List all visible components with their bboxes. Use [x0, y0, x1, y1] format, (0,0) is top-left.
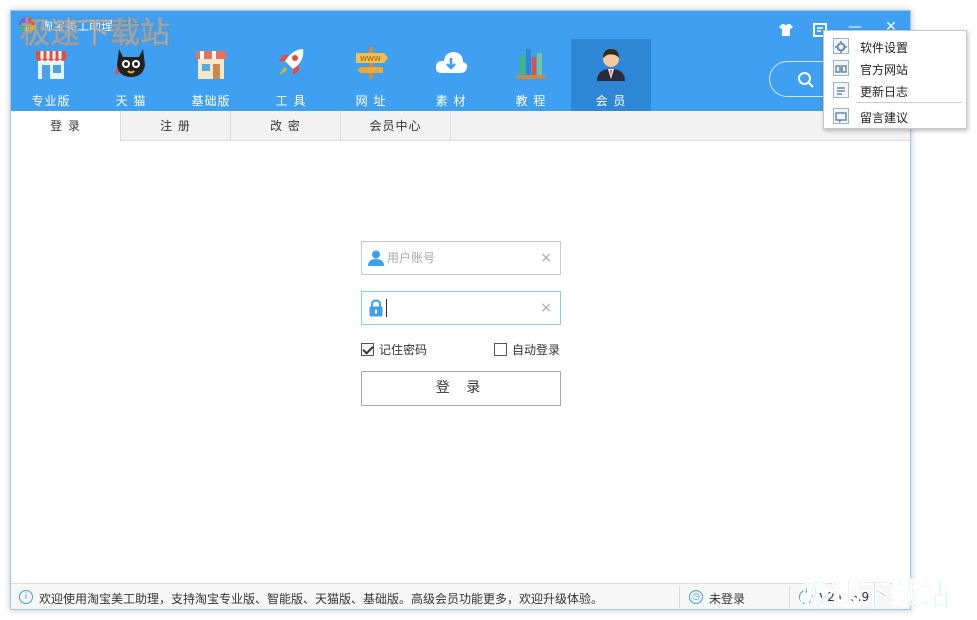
cloud-download-icon	[435, 52, 468, 73]
tab-bar: 登 录 注 册 改 密 会员中心	[11, 111, 910, 142]
skin-shirt-icon[interactable]	[777, 21, 795, 39]
books-icon	[517, 49, 545, 79]
nav-item-www[interactable]: WWW 网 址	[331, 39, 411, 111]
checkbox-unchecked-icon[interactable]	[494, 342, 507, 356]
menu-item-feedback[interactable]: 留言建议	[824, 105, 966, 127]
password-input[interactable]	[387, 298, 537, 318]
remember-password-label: 记住密码	[379, 342, 428, 357]
username-input[interactable]	[387, 248, 537, 268]
tab-change-password[interactable]: 改 密	[231, 111, 341, 141]
screen: 淘宝美工助理 专业版 天 猫 基础版 工 具 WWW 网 址 素 材 教 程 会…	[0, 0, 977, 620]
auto-login-checkbox[interactable]: 自动登录	[494, 341, 560, 357]
status-divider	[789, 586, 790, 608]
web-link-icon	[833, 60, 849, 76]
nav-item-materials[interactable]: 素 材	[411, 39, 491, 111]
message-icon	[833, 108, 849, 124]
clock-icon: ◷	[689, 590, 703, 604]
watermark-top: 极速下载站	[20, 16, 171, 52]
settings-dropdown-menu: 软件设置 官方网站 更新日志 留言建议	[823, 30, 967, 129]
checkbox-checked-icon[interactable]	[361, 342, 374, 356]
status-message: 欢迎使用淘宝美工助理，支持淘宝专业版、智能版、天猫版、基础版。高级会员功能更多，…	[39, 592, 604, 606]
search-icon	[798, 72, 814, 88]
text-caret	[386, 299, 387, 317]
status-bar: i 欢迎使用淘宝美工助理，支持淘宝专业版、智能版、天猫版、基础版。高级会员功能更…	[11, 583, 910, 609]
tab-register[interactable]: 注 册	[121, 111, 231, 141]
menu-item-settings[interactable]: 软件设置	[824, 35, 966, 57]
gear-icon	[833, 38, 849, 54]
svg-text:WWW: WWW	[360, 55, 381, 63]
login-button[interactable]: 登 录	[361, 371, 561, 406]
login-state: 未登录	[709, 592, 746, 606]
status-divider	[679, 586, 680, 608]
tab-login[interactable]: 登 录	[11, 111, 121, 142]
clear-password-icon[interactable]: ×	[540, 300, 552, 316]
lock-icon	[369, 299, 383, 317]
menu-item-website[interactable]: 官方网站	[824, 57, 966, 79]
rocket-icon	[279, 49, 304, 75]
nav-item-tools[interactable]: 工 具	[251, 39, 331, 111]
menu-separator	[856, 102, 962, 103]
clear-username-icon[interactable]: ×	[540, 250, 552, 266]
info-icon: i	[19, 590, 33, 604]
www-signpost-icon: WWW	[356, 47, 388, 79]
username-field[interactable]: ×	[361, 241, 561, 275]
document-icon	[833, 82, 849, 98]
remember-password-checkbox[interactable]: 记住密码	[361, 341, 427, 357]
user-icon	[368, 250, 384, 266]
member-avatar-icon	[597, 49, 625, 81]
nav-item-tutorial[interactable]: 教 程	[491, 39, 571, 111]
password-field[interactable]: ×	[361, 291, 561, 325]
auto-login-label: 自动登录	[512, 342, 561, 357]
tab-member-center[interactable]: 会员中心	[341, 111, 451, 141]
menu-item-changelog[interactable]: 更新日志	[824, 79, 966, 101]
nav-item-member[interactable]: 会 员	[571, 39, 651, 111]
app-window: 淘宝美工助理 专业版 天 猫 基础版 工 具 WWW 网 址 素 材 教 程 会…	[10, 10, 911, 610]
storefront-icon	[196, 51, 226, 79]
watermark-bottom: 极速下载站	[800, 578, 951, 614]
nav-item-basic[interactable]: 基础版	[171, 39, 251, 111]
